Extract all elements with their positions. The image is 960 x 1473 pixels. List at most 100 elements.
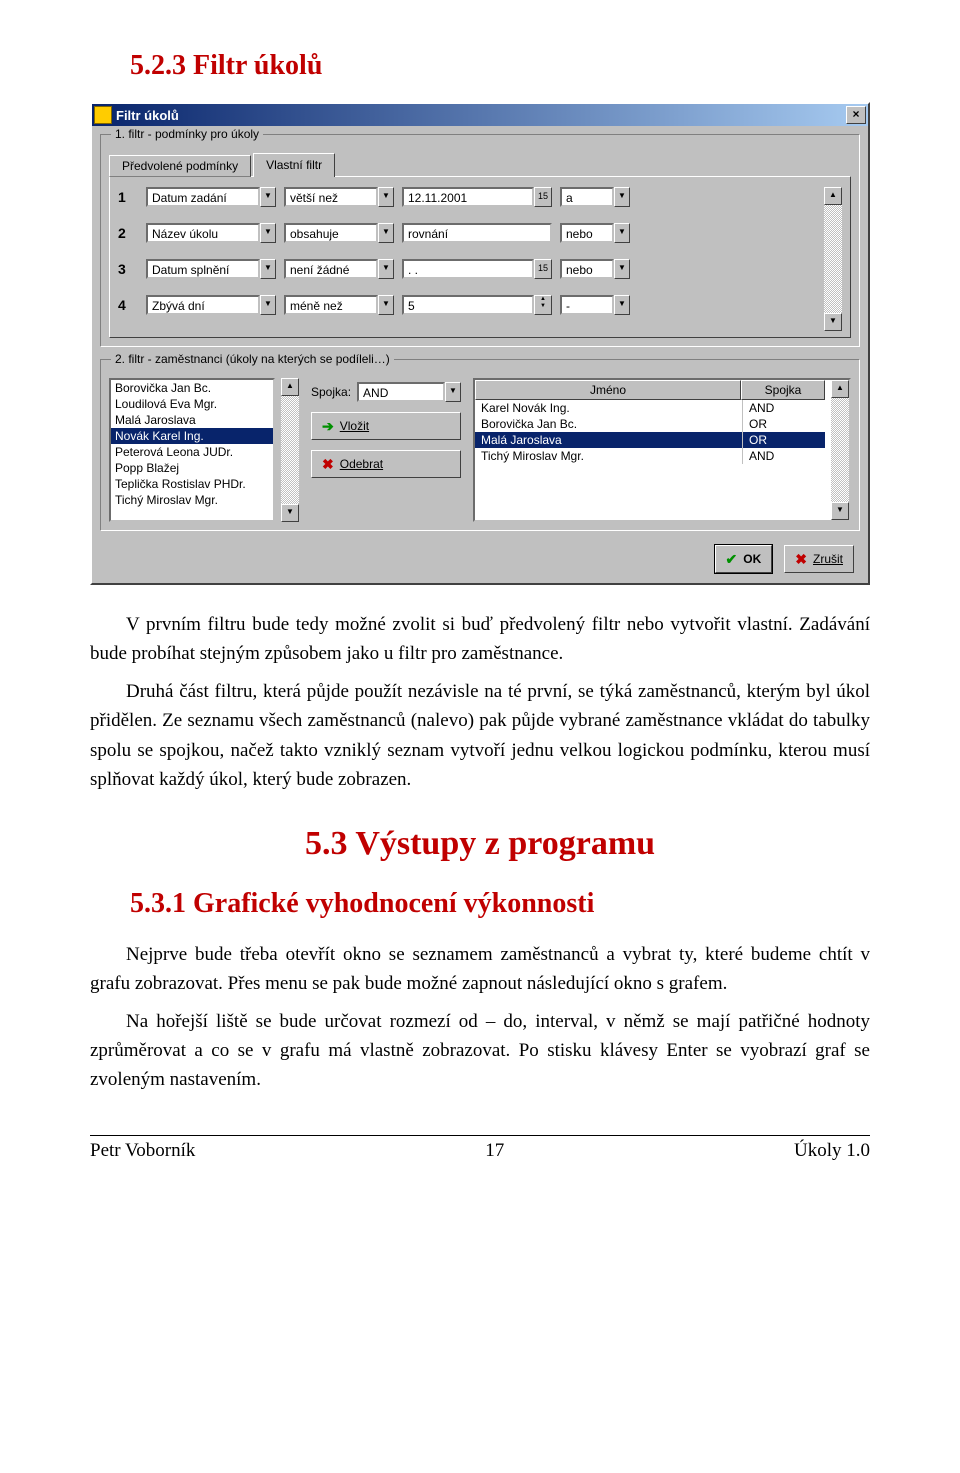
cancel-label: Zrušit <box>813 552 843 566</box>
conj-combo[interactable]: -▼ <box>560 295 630 315</box>
col-header-conj[interactable]: Spojka <box>741 380 825 400</box>
list-item[interactable]: Teplička Rostislav PHDr. <box>111 476 273 492</box>
scroll-down-icon[interactable]: ▼ <box>831 502 849 520</box>
spinner-icon[interactable]: ▲▼ <box>534 295 552 315</box>
chevron-down-icon[interactable]: ▼ <box>260 223 276 243</box>
chevron-down-icon[interactable]: ▼ <box>445 382 461 402</box>
spojka-combo[interactable]: AND <box>357 382 445 402</box>
chevron-down-icon[interactable]: ▼ <box>260 295 276 315</box>
group2-legend: 2. filtr - zaměstnanci (úkoly na kterých… <box>111 352 394 366</box>
field-combo[interactable]: Název úkolu▼ <box>146 223 276 243</box>
scroll-down-icon[interactable]: ▼ <box>281 504 299 522</box>
scroll-track[interactable] <box>824 205 842 313</box>
conj-combo-value[interactable]: a <box>560 187 614 207</box>
field-combo[interactable]: Datum splnění▼ <box>146 259 276 279</box>
rows-scrollbar[interactable]: ▲ ▼ <box>824 187 842 331</box>
chevron-down-icon[interactable]: ▼ <box>260 259 276 279</box>
emp-scrollbar[interactable]: ▲ ▼ <box>281 378 299 522</box>
ok-label: OK <box>743 552 761 566</box>
list-item[interactable]: Loudilová Eva Mgr. <box>111 396 273 412</box>
field-combo-value[interactable]: Datum zadání <box>146 187 260 207</box>
remove-button[interactable]: ✖ Odebrat <box>311 450 461 478</box>
list-item[interactable]: Malá Jaroslava <box>111 412 273 428</box>
row-number: 1 <box>118 189 138 205</box>
titlebar: Filtr úkolů × <box>92 104 868 126</box>
selected-table[interactable]: JménoSpojkaKarel Novák Ing.ANDBorovička … <box>473 378 851 522</box>
insert-button[interactable]: ➔ Vložit <box>311 412 461 440</box>
operator-combo[interactable]: není žádné▼ <box>284 259 394 279</box>
field-combo-value[interactable]: Název úkolu <box>146 223 260 243</box>
footer-pagenum: 17 <box>485 1140 504 1162</box>
operator-combo[interactable]: větší než▼ <box>284 187 394 207</box>
conj-combo-value[interactable]: - <box>560 295 614 315</box>
cell-name: Malá Jaroslava <box>475 432 742 448</box>
chevron-down-icon[interactable]: ▼ <box>614 223 630 243</box>
chevron-down-icon[interactable]: ▼ <box>378 259 394 279</box>
table-row[interactable]: Borovička Jan Bc.OR <box>475 416 825 432</box>
operator-combo[interactable]: obsahuje▼ <box>284 223 394 243</box>
operator-combo-value[interactable]: obsahuje <box>284 223 378 243</box>
dialog-filtr-ukolu: Filtr úkolů × 1. filtr - podmínky pro úk… <box>90 102 870 585</box>
field-combo[interactable]: Zbývá dní▼ <box>146 295 276 315</box>
value-input[interactable]: 12.11.2001 <box>402 187 534 207</box>
tab-panel-custom: 1Datum zadání▼větší než▼12.11.200115a▼2N… <box>109 176 851 338</box>
close-icon[interactable]: × <box>846 106 866 124</box>
chevron-down-icon[interactable]: ▼ <box>614 187 630 207</box>
app-icon <box>94 106 112 124</box>
tab-preset[interactable]: Předvolené podmínky <box>109 155 251 177</box>
list-item[interactable]: Borovička Jan Bc. <box>111 380 273 396</box>
field-combo-value[interactable]: Zbývá dní <box>146 295 260 315</box>
conj-combo[interactable]: nebo▼ <box>560 223 630 243</box>
list-item[interactable]: Tichý Miroslav Mgr. <box>111 492 273 508</box>
conj-combo[interactable]: nebo▼ <box>560 259 630 279</box>
value-cell: . .15 <box>402 259 552 279</box>
value-input[interactable]: rovnání <box>402 223 552 243</box>
list-item[interactable]: Novák Karel Ing. <box>111 428 273 444</box>
calendar-icon[interactable]: 15 <box>534 187 552 207</box>
table-row[interactable]: Karel Novák Ing.AND <box>475 400 825 416</box>
scroll-track[interactable] <box>831 398 849 502</box>
table-scrollbar[interactable]: ▲ ▼ <box>831 380 849 520</box>
row-number: 2 <box>118 225 138 241</box>
tab-custom[interactable]: Vlastní filtr <box>253 153 335 177</box>
chevron-down-icon[interactable]: ▼ <box>378 223 394 243</box>
scroll-track[interactable] <box>281 396 299 504</box>
group-filter1: 1. filtr - podmínky pro úkoly Předvolené… <box>100 134 860 347</box>
row-number: 4 <box>118 297 138 313</box>
scroll-up-icon[interactable]: ▲ <box>824 187 842 205</box>
chevron-down-icon[interactable]: ▼ <box>260 187 276 207</box>
scroll-up-icon[interactable]: ▲ <box>831 380 849 398</box>
filter-row: 1Datum zadání▼větší než▼12.11.200115a▼ <box>118 187 818 207</box>
para-2: Druhá část filtru, která půjde použít ne… <box>90 677 870 795</box>
calendar-icon[interactable]: 15 <box>534 259 552 279</box>
scroll-up-icon[interactable]: ▲ <box>281 378 299 396</box>
scroll-down-icon[interactable]: ▼ <box>824 313 842 331</box>
cancel-button[interactable]: ✖ Zrušit <box>784 545 854 573</box>
employee-listbox[interactable]: Borovička Jan Bc.Loudilová Eva Mgr.Malá … <box>109 378 275 522</box>
operator-combo-value[interactable]: méně než <box>284 295 378 315</box>
list-item[interactable]: Peterová Leona JUDr. <box>111 444 273 460</box>
col-header-name[interactable]: Jméno <box>475 380 741 400</box>
conj-combo[interactable]: a▼ <box>560 187 630 207</box>
field-combo-value[interactable]: Datum splnění <box>146 259 260 279</box>
chevron-down-icon[interactable]: ▼ <box>614 259 630 279</box>
operator-combo[interactable]: méně než▼ <box>284 295 394 315</box>
chevron-down-icon[interactable]: ▼ <box>378 295 394 315</box>
page-footer: Petr Voborník 17 Úkoly 1.0 <box>90 1136 870 1162</box>
chevron-down-icon[interactable]: ▼ <box>378 187 394 207</box>
check-icon: ✔ <box>726 551 738 568</box>
table-row[interactable]: Malá JaroslavaOR <box>475 432 825 448</box>
cell-conj: OR <box>742 416 825 432</box>
field-combo[interactable]: Datum zadání▼ <box>146 187 276 207</box>
operator-combo-value[interactable]: větší než <box>284 187 378 207</box>
x-icon: ✖ <box>795 551 807 568</box>
table-row[interactable]: Tichý Miroslav Mgr.AND <box>475 448 825 464</box>
conj-combo-value[interactable]: nebo <box>560 259 614 279</box>
conj-combo-value[interactable]: nebo <box>560 223 614 243</box>
chevron-down-icon[interactable]: ▼ <box>614 295 630 315</box>
operator-combo-value[interactable]: není žádné <box>284 259 378 279</box>
ok-button[interactable]: ✔ OK <box>715 545 773 573</box>
value-input[interactable]: 5 <box>402 295 534 315</box>
value-input[interactable]: . . <box>402 259 534 279</box>
list-item[interactable]: Popp Blažej <box>111 460 273 476</box>
